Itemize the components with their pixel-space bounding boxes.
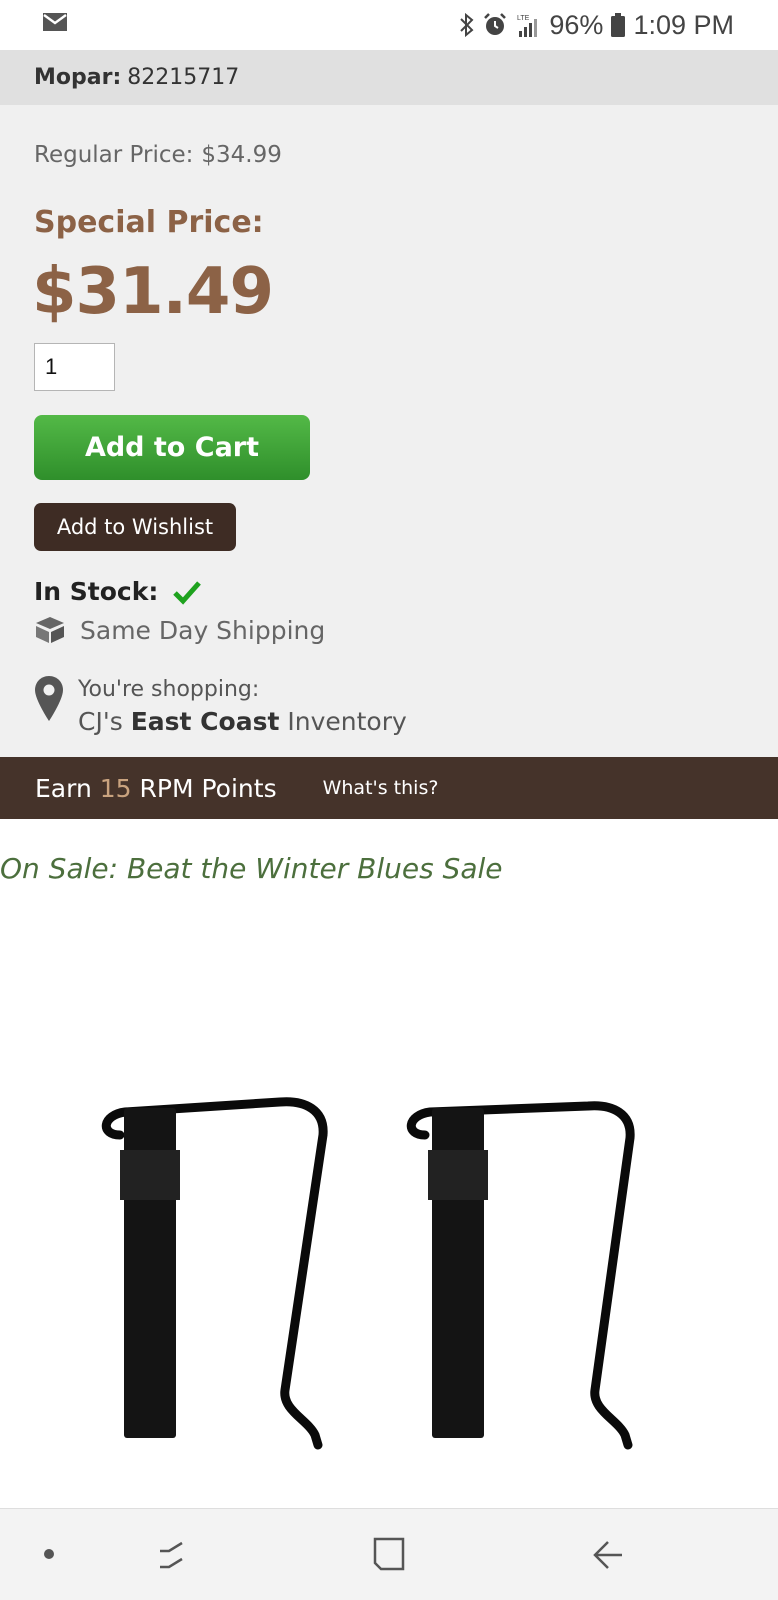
location-pin-icon: [35, 676, 63, 721]
inventory-region: East Coast: [130, 707, 280, 736]
part-number: 82215717: [127, 65, 240, 90]
points-earn: Earn: [35, 773, 92, 803]
nav-dot-icon[interactable]: [44, 1549, 54, 1559]
shopping-label: You're shopping:: [78, 677, 260, 702]
product-image: [101, 1097, 635, 1450]
signal-icon: LTE: [517, 15, 538, 37]
box-icon: [36, 617, 64, 643]
grab-handle-right: [406, 1101, 635, 1450]
inventory-prefix: CJ's: [78, 707, 123, 736]
whats-this-link[interactable]: What's this?: [323, 777, 439, 799]
checkmark-icon: [173, 580, 202, 605]
svg-text:LTE: LTE: [517, 15, 530, 22]
recent-apps-icon[interactable]: [155, 1539, 187, 1571]
battery-icon: [611, 13, 626, 37]
home-icon[interactable]: [373, 1537, 405, 1571]
regular-price: Regular Price: $34.99: [34, 142, 282, 168]
battery-percent: 96%: [549, 9, 604, 40]
in-stock-label: In Stock:: [34, 577, 159, 606]
bluetooth-icon: [460, 13, 474, 37]
add-to-cart-button[interactable]: Add to Cart: [34, 415, 310, 480]
points-label: RPM Points: [139, 773, 277, 803]
regular-price-label: Regular Price:: [34, 142, 194, 168]
shipping-info: Same Day Shipping: [34, 615, 325, 645]
quantity-input[interactable]: [34, 343, 115, 391]
rpm-points-bar: Earn 15 RPM Points What's this?: [0, 757, 778, 819]
inventory-location: You're shopping: CJ's East Coast Invento…: [34, 675, 407, 739]
android-nav-bar: [0, 1508, 778, 1600]
grab-handle-left: [101, 1097, 328, 1450]
brand-label: Mopar:: [34, 65, 122, 90]
add-to-wishlist-button[interactable]: Add to Wishlist: [34, 503, 236, 551]
back-icon[interactable]: [592, 1539, 624, 1571]
mail-icon: [43, 13, 67, 31]
alarm-icon: [484, 13, 507, 35]
special-price-value: $31.49: [32, 255, 274, 329]
points-count: 15: [99, 773, 132, 803]
product-details: Regular Price: $34.99 Special Price: $31.…: [0, 105, 778, 757]
status-bar: LTE 96% 1:09 PM: [0, 0, 778, 50]
inventory-suffix: Inventory: [287, 707, 407, 736]
status-time: 1:09 PM: [633, 9, 734, 40]
sale-banner[interactable]: On Sale: Beat the Winter Blues Sale: [0, 852, 503, 885]
shipping-text: Same Day Shipping: [80, 615, 326, 645]
part-number-bar: Mopar: 82215717: [0, 50, 778, 105]
stock-status: In Stock:: [34, 577, 202, 606]
special-price-label: Special Price:: [34, 205, 264, 240]
regular-price-value: $34.99: [201, 142, 282, 168]
